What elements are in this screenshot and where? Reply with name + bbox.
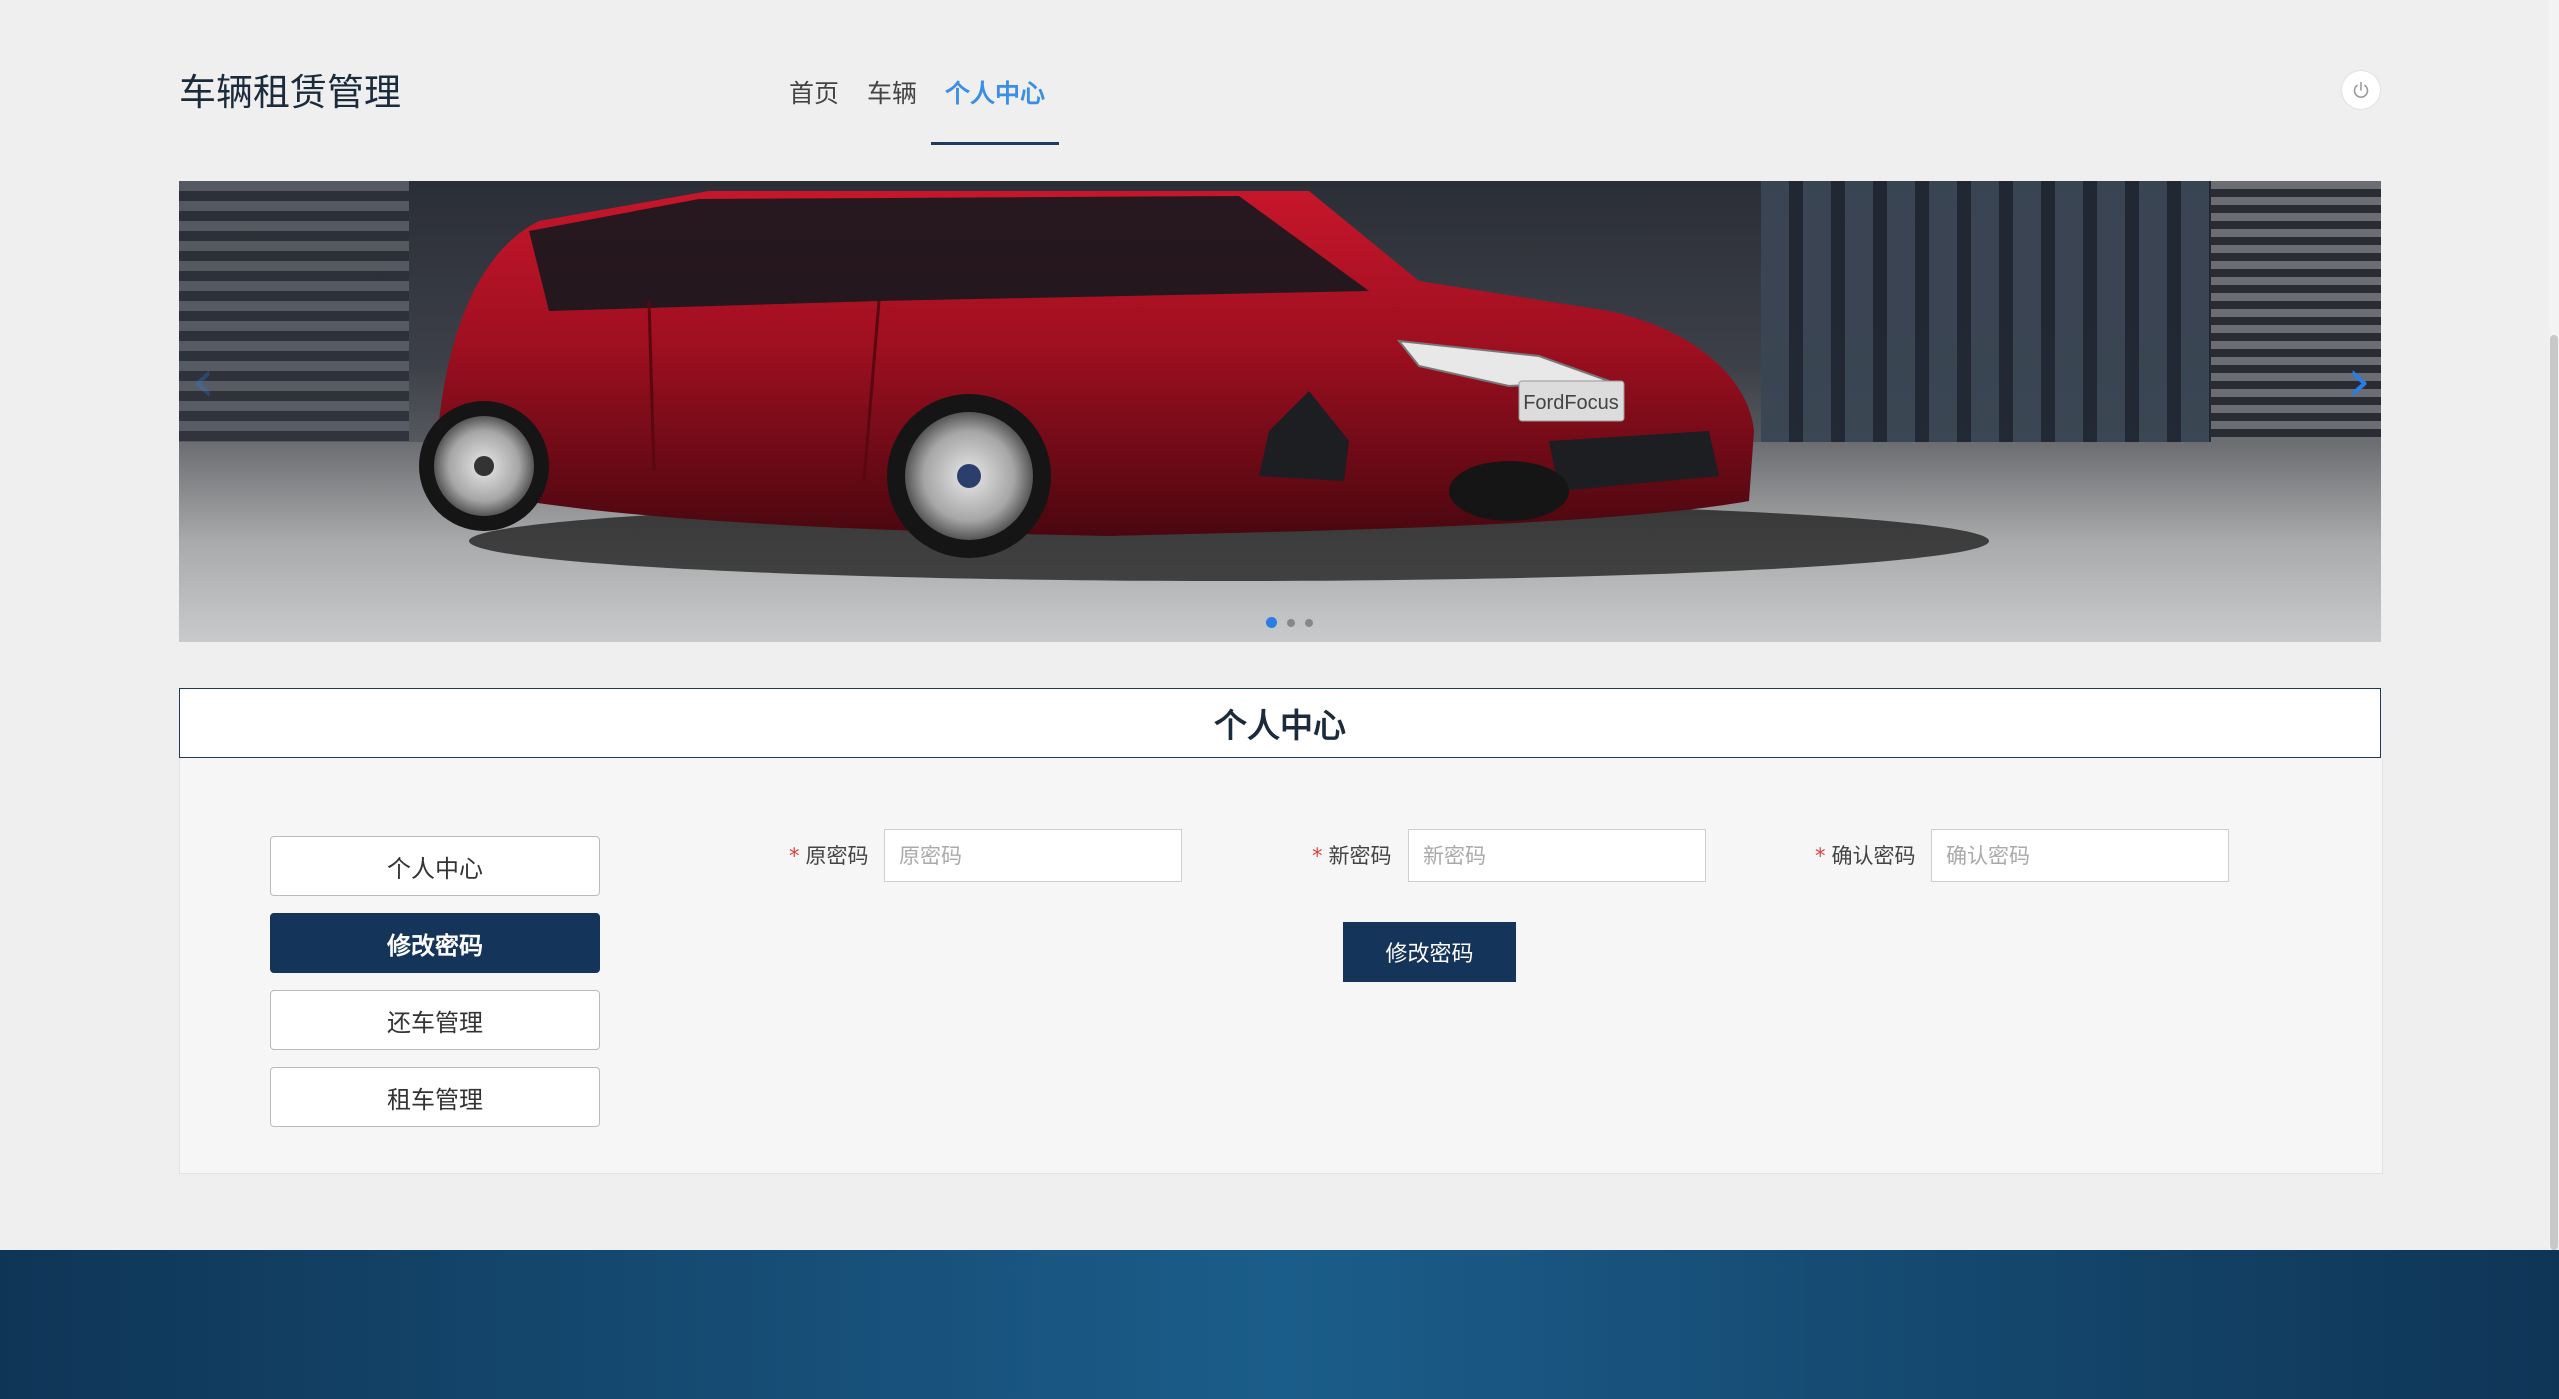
side-menu-return-car[interactable]: 还车管理 — [270, 990, 600, 1050]
new-password-input[interactable] — [1408, 829, 1706, 882]
new-password-label-text: 新密码 — [1328, 844, 1392, 868]
required-marker: * — [1815, 844, 1826, 868]
app-title: 车辆租赁管理 — [179, 71, 401, 114]
top-nav: 首页 车辆 个人中心 — [775, 74, 1060, 145]
side-menu-personal-center[interactable]: 个人中心 — [270, 836, 600, 896]
old-password-input[interactable] — [884, 829, 1182, 882]
scrollbar-thumb[interactable] — [2550, 335, 2558, 1250]
new-password-label: * 新密码 — [1312, 840, 1392, 870]
carousel-prev-button[interactable]: ‹ — [191, 346, 215, 416]
chevron-right-icon: › — [2347, 346, 2371, 416]
carousel-next-button[interactable]: › — [2347, 346, 2371, 416]
carousel-indicators — [1266, 617, 1313, 628]
change-password-submit-button[interactable]: 修改密码 — [1343, 922, 1516, 982]
panel-title: 个人中心 — [1214, 706, 1346, 745]
required-marker: * — [789, 844, 800, 868]
car-plate-text: FordFocus — [1523, 392, 1619, 414]
nav-item-personal-center[interactable]: 个人中心 — [931, 74, 1060, 145]
banner-carousel: FordFocus ‹ › — [179, 181, 2381, 642]
nav-item-home[interactable]: 首页 — [775, 74, 853, 144]
banner-background-building — [2211, 181, 2381, 461]
panel-header: 个人中心 — [179, 688, 2381, 760]
confirm-password-label: * 确认密码 — [1815, 840, 1916, 870]
logout-button[interactable] — [2342, 71, 2380, 109]
side-menu-change-password[interactable]: 修改密码 — [270, 913, 600, 973]
page-footer — [0, 1250, 2559, 1399]
confirm-password-input[interactable] — [1931, 829, 2229, 882]
old-password-label-text: 原密码 — [805, 844, 869, 868]
chevron-left-icon: ‹ — [191, 346, 215, 416]
nav-item-vehicles[interactable]: 车辆 — [853, 74, 931, 144]
carousel-dot[interactable] — [1266, 617, 1277, 628]
carousel-dot[interactable] — [1305, 618, 1313, 627]
banner-background-building — [179, 181, 409, 461]
carousel-dot[interactable] — [1287, 618, 1295, 627]
side-menu-rent-car[interactable]: 租车管理 — [270, 1067, 600, 1127]
page-scrollbar[interactable] — [2549, 0, 2559, 1250]
required-marker: * — [1312, 844, 1323, 868]
confirm-password-label-text: 确认密码 — [1831, 844, 1916, 868]
car-image: FordFocus — [419, 191, 1989, 581]
old-password-label: * 原密码 — [789, 840, 869, 870]
power-icon — [2353, 81, 2369, 98]
